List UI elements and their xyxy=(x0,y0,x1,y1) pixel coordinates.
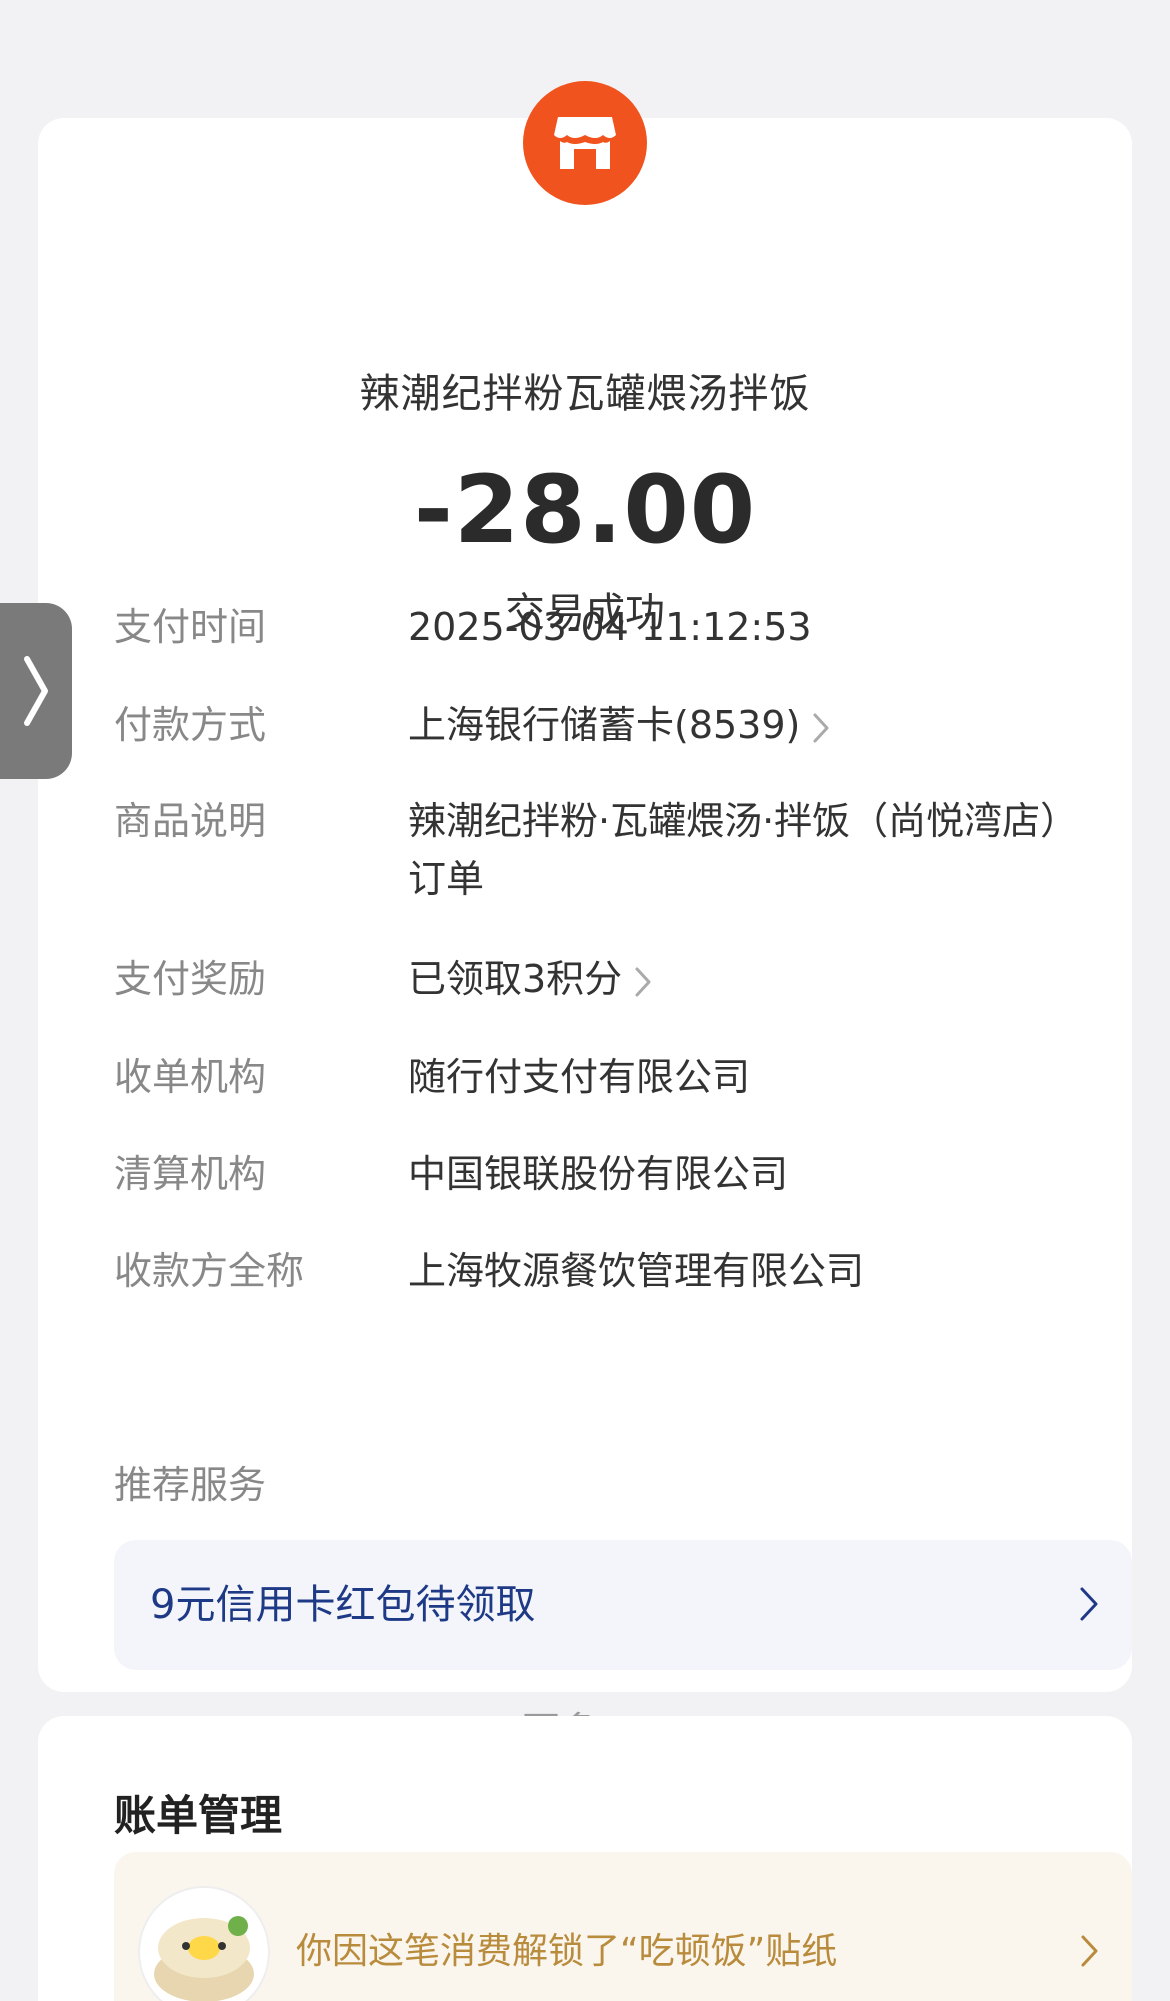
recommend-section-title: 推荐服务 xyxy=(114,1463,267,1507)
chevron-right-icon[interactable] xyxy=(812,712,830,744)
detail-value: 中国银联股份有限公司 xyxy=(408,1152,789,1196)
detail-label: 清算机构 xyxy=(114,1152,267,1196)
transaction-card: 辣潮纪拌粉瓦罐煨汤拌饭 -28.00 交易成功 支付时间 2025-03-04 … xyxy=(38,118,1132,1753)
merchant-name: 辣潮纪拌粉瓦罐煨汤拌饭 xyxy=(359,371,811,417)
sticker-unlock-text: 你因这笔消费解锁了“吃顿饭”贴纸 xyxy=(296,1931,838,1972)
chevron-right-icon[interactable] xyxy=(634,966,652,998)
credit-card-promo-banner[interactable]: 9元信用卡红包待领取 xyxy=(114,1540,1132,1670)
detail-label: 收单机构 xyxy=(114,1055,267,1099)
detail-value: 辣潮纪拌粉·瓦罐煨汤·拌饭（尚悦湾店）订单 xyxy=(408,799,1060,901)
sticker-image xyxy=(140,1888,268,2001)
detail-label: 收款方全称 xyxy=(114,1249,305,1293)
store-icon xyxy=(554,117,616,169)
detail-value: 2025-03-04 11:12:53 xyxy=(408,605,812,649)
detail-label: 商品说明 xyxy=(114,799,267,843)
transaction-detail-page: 辣潮纪拌粉瓦罐煨汤拌饭 -28.00 交易成功 支付时间 2025-03-04 … xyxy=(0,0,1170,2001)
detail-row-description: 商品说明 辣潮纪拌粉·瓦罐煨汤·拌饭（尚悦湾店）订单 xyxy=(114,792,1059,912)
detail-value: 上海牧源餐饮管理有限公司 xyxy=(408,1249,865,1293)
chevron-right-icon xyxy=(1081,1935,1098,1967)
detail-value: 随行付支付有限公司 xyxy=(408,1055,751,1099)
bill-management-card: 账单管理 你因这笔消费解锁了“吃顿饭”贴纸 xyxy=(38,1716,1132,2001)
detail-label: 付款方式 xyxy=(114,703,267,747)
meal-sticker-icon xyxy=(154,1916,254,2001)
bill-management-title: 账单管理 xyxy=(114,1791,283,1840)
chevron-right-icon xyxy=(24,656,48,726)
transaction-amount: -28.00 xyxy=(413,456,757,565)
chevron-right-icon xyxy=(1080,1587,1098,1621)
detail-label: 支付奖励 xyxy=(114,957,267,1001)
detail-label: 支付时间 xyxy=(114,605,267,649)
detail-value: 已领取3积分 xyxy=(408,957,623,1001)
detail-value: 上海银行储蓄卡(8539) xyxy=(408,703,801,747)
sticker-unlock-banner[interactable]: 你因这笔消费解锁了“吃顿饭”贴纸 xyxy=(114,1852,1132,2001)
promo-text: 9元信用卡红包待领取 xyxy=(150,1582,536,1628)
merchant-logo xyxy=(523,81,647,205)
side-drawer-handle[interactable] xyxy=(0,603,72,779)
